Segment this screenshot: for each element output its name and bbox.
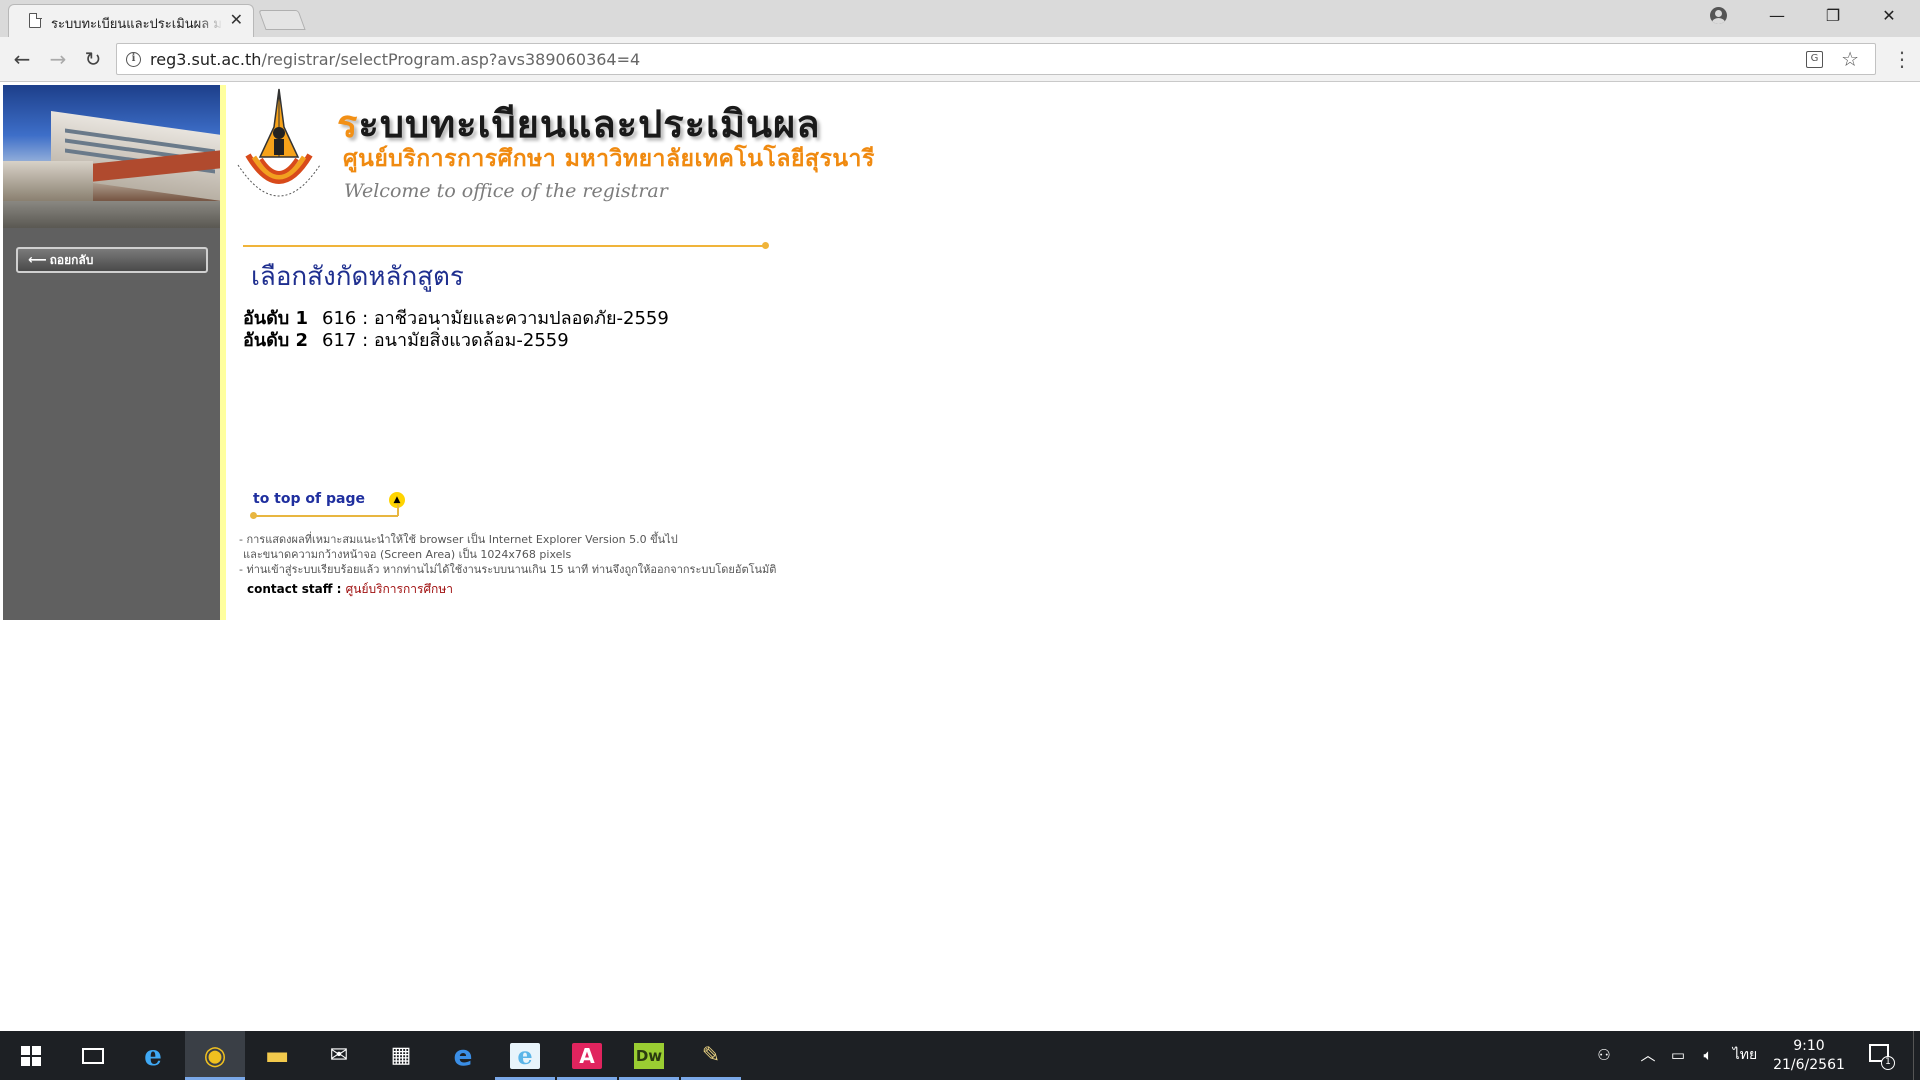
url-path: /registrar/selectProgram.asp?avs38906036… bbox=[261, 50, 641, 69]
dreamweaver-icon: Dw bbox=[634, 1043, 664, 1069]
welcome-text: Welcome to office of the registrar bbox=[344, 180, 668, 202]
volume-icon[interactable]: 🔈︎ bbox=[1694, 1031, 1722, 1080]
program-name: 617 : อนามัยสิ่งแวดล้อม-2559 bbox=[322, 330, 569, 351]
address-bar[interactable]: i reg3.sut.ac.th/registrar/selectProgram… bbox=[116, 43, 1876, 75]
top-link-underline-dot bbox=[250, 512, 257, 519]
header-divider-dot bbox=[762, 242, 769, 249]
translate-icon[interactable]: G bbox=[1806, 51, 1823, 68]
taskbar-app-paint[interactable]: ✎ bbox=[681, 1031, 741, 1080]
back-arrow-small-icon: ⟵ bbox=[28, 253, 47, 268]
contact-staff: contact staff : ศูนย์บริการการศึกษา bbox=[247, 580, 453, 599]
forward-arrow-icon[interactable]: → bbox=[44, 45, 72, 73]
new-tab-button[interactable] bbox=[258, 10, 306, 30]
campus-building-photo bbox=[3, 85, 220, 228]
site-subtitle: ศูนย์บริการการศึกษา มหาวิทยาลัยเทคโนโลยี… bbox=[343, 146, 875, 172]
site-title-first-letter: ร bbox=[337, 102, 359, 146]
site-info-icon[interactable]: i bbox=[126, 52, 141, 67]
system-clock[interactable]: 9:10 21/6/2561 bbox=[1762, 1037, 1856, 1075]
people-icon[interactable]: ⚇ bbox=[1588, 1031, 1620, 1080]
edge-icon: e bbox=[453, 1039, 473, 1072]
back-button-label: ถอยกลับ bbox=[49, 253, 94, 267]
reload-icon[interactable]: ↻ bbox=[79, 45, 107, 73]
account-icon[interactable] bbox=[1710, 7, 1727, 24]
paint-icon: ✎ bbox=[701, 1043, 721, 1068]
show-hidden-icons-chevron-icon[interactable]: ︿ bbox=[1636, 1031, 1660, 1080]
taskbar-app-acrobat[interactable]: A bbox=[557, 1031, 617, 1080]
taskbar-app-store[interactable]: ▦ bbox=[371, 1031, 431, 1080]
site-title-rest: ะบบทะเบียนและประเมินผล bbox=[358, 102, 821, 146]
program-row: อันดับ 2 617 : อนามัยสิ่งแวดล้อม-2559 bbox=[243, 325, 569, 354]
top-link-underline-tick bbox=[397, 504, 399, 516]
browser-menu-icon[interactable]: ⋮ bbox=[1892, 45, 1912, 73]
contact-link[interactable]: ศูนย์บริการการศึกษา bbox=[346, 582, 453, 596]
start-button[interactable] bbox=[0, 1031, 60, 1080]
sidebar-divider bbox=[220, 85, 226, 620]
url-host: reg3.sut.ac.th bbox=[150, 50, 262, 69]
taskbar-app-mail[interactable]: ✉ bbox=[309, 1031, 369, 1080]
session-note: - ท่านเข้าสู่ระบบเรียบร้อยแล้ว หากท่านไม… bbox=[239, 563, 777, 576]
bookmark-star-icon[interactable]: ☆ bbox=[1841, 47, 1859, 71]
page-favicon-icon bbox=[29, 12, 42, 28]
file-explorer-icon: ▬ bbox=[264, 1041, 290, 1071]
back-button[interactable]: ⟵ ถอยกลับ bbox=[16, 247, 208, 273]
internet-explorer-icon: e bbox=[144, 1039, 162, 1072]
contact-label: contact staff : bbox=[247, 582, 346, 596]
browser-tab[interactable]: ระบบทะเบียนและประเมินผล มหาวิทยาลัยเทคโน… bbox=[8, 4, 254, 37]
page-title: เลือกสังกัดหลักสูตร bbox=[251, 262, 464, 292]
close-tab-icon[interactable]: ✕ bbox=[230, 11, 243, 29]
back-arrow-icon[interactable]: ← bbox=[8, 45, 36, 73]
chrome-icon: ◉ bbox=[203, 1041, 227, 1071]
windows-start-icon bbox=[21, 1046, 41, 1066]
clock-date: 21/6/2561 bbox=[1773, 1057, 1845, 1073]
browser-toolbar: ← → ↻ i reg3.sut.ac.th/registrar/selectP… bbox=[0, 37, 1920, 82]
taskbar: e ◉ ▬ ✉ ▦ e e A Dw ✎ ⚇ ︿ ▭ 🔈︎ ไทย 9:10 2… bbox=[0, 1031, 1920, 1080]
header-divider bbox=[243, 245, 764, 247]
program-rank: อันดับ 2 bbox=[243, 330, 309, 351]
sidebar: ⟵ ถอยกลับ bbox=[3, 85, 220, 620]
show-desktop-button[interactable] bbox=[1913, 1031, 1920, 1080]
taskbar-app-file-explorer[interactable]: ▬ bbox=[247, 1031, 307, 1080]
to-top-link[interactable]: to top of page bbox=[253, 491, 365, 507]
browser-title-bar: ระบบทะเบียนและประเมินผล มหาวิทยาลัยเทคโน… bbox=[0, 0, 1920, 37]
url-text[interactable]: reg3.sut.ac.th/registrar/selectProgram.a… bbox=[150, 50, 640, 69]
store-icon: ▦ bbox=[390, 1043, 412, 1068]
acrobat-icon: A bbox=[572, 1043, 602, 1069]
top-link-underline bbox=[253, 515, 398, 517]
taskbar-app-dreamweaver[interactable]: Dw bbox=[619, 1031, 679, 1080]
network-icon[interactable]: ▭ bbox=[1664, 1031, 1692, 1080]
taskbar-app-chrome[interactable]: ◉ bbox=[185, 1031, 245, 1080]
close-window-button[interactable]: ✕ bbox=[1861, 0, 1917, 32]
ie-document-icon: e bbox=[510, 1043, 540, 1069]
taskbar-app-ie-document[interactable]: e bbox=[495, 1031, 555, 1080]
mail-icon: ✉ bbox=[329, 1043, 349, 1068]
input-language[interactable]: ไทย bbox=[1728, 1031, 1762, 1080]
web-page: ⟵ ถอยกลับ ระบบทะเบียนและประเมินผล ศูนย์บร… bbox=[0, 83, 1920, 1031]
task-view-icon[interactable] bbox=[82, 1048, 104, 1064]
minimize-button[interactable]: — bbox=[1749, 0, 1805, 32]
clock-time: 9:10 bbox=[1793, 1038, 1825, 1054]
restore-button[interactable]: ❐ bbox=[1805, 0, 1861, 32]
taskbar-app-edge[interactable]: e bbox=[433, 1031, 493, 1080]
taskbar-app-internet-explorer[interactable]: e bbox=[123, 1031, 183, 1080]
tab-title: ระบบทะเบียนและประเมินผล มหาวิทยาลัยเทคโน… bbox=[51, 17, 223, 32]
notification-count-badge: 1 bbox=[1881, 1056, 1895, 1070]
university-seal-logo bbox=[237, 88, 321, 197]
